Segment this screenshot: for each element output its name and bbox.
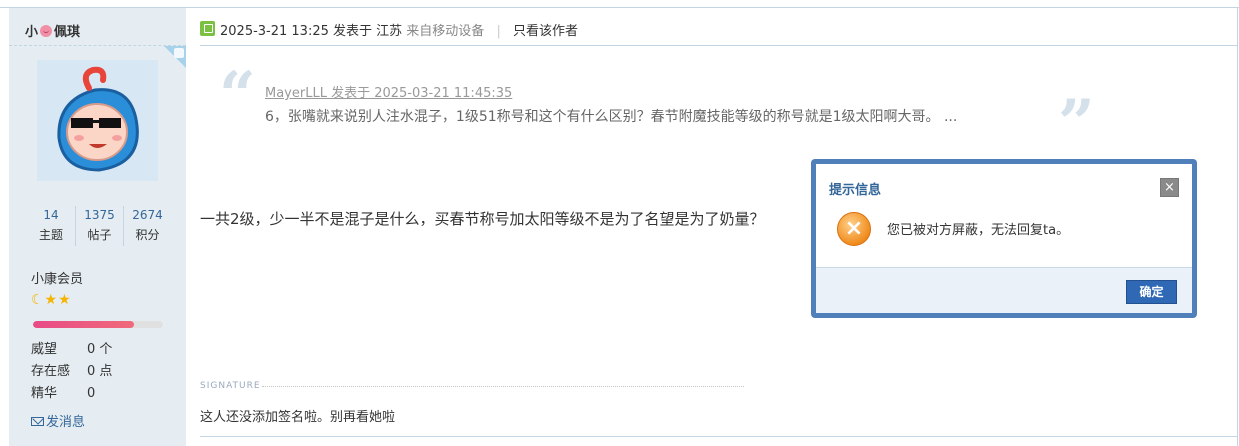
post-device: 来自移动设备 [406,24,485,39]
signature-text: 这人还没添加签名啦。别再看她啦 [200,410,396,425]
android-icon [174,48,184,58]
dialog-content: × 您已被对方屏蔽，无法回复ta。 [816,204,1192,267]
username[interactable]: 小佩琪 [25,21,80,40]
alert-dialog: 提示信息 × × 您已被对方屏蔽，无法回复ta。 确定 [811,159,1197,318]
dialog-panel: 提示信息 × × 您已被对方屏蔽，无法回复ta。 确定 [816,164,1192,313]
author-only-link[interactable]: 只看该作者 [513,24,578,39]
post-timestamp: 2025-3-21 13:25 [220,24,329,39]
attr-digest: 精华 0 [31,382,95,401]
close-icon[interactable]: × [1160,178,1179,197]
avatar[interactable] [37,60,158,181]
stat-posts[interactable]: 1375 帖子 [75,206,123,246]
dialog-title-bar[interactable]: 提示信息 × [816,164,1192,204]
attr-prestige-label: 威望 [31,342,58,357]
attr-digest-value: 0 [87,386,96,401]
stat-threads[interactable]: 14 主题 [27,206,75,246]
stat-threads-label: 主题 [38,228,63,242]
post-meta: 2025-3-21 13:25 发表于 江苏 来自移动设备 | 只看该作者 [220,20,578,39]
attr-prestige-value: 0 个 [87,342,113,357]
right-divider [1237,7,1238,446]
error-icon: × [837,212,871,246]
post-header: 2025-3-21 13:25 发表于 江苏 来自移动设备 | 只看该作者 [200,8,1237,46]
pig-face-icon [40,25,53,37]
post-body: 一共2级，少一半不是混子是什么，买春节称号加太阳等级不是为了名望是为了奶量？ [200,210,765,228]
username-suffix: 佩琪 [54,25,81,40]
stat-credits[interactable]: 2674 积分 [123,206,171,246]
rank-stars-icon: ☾★★ [31,292,72,308]
send-message-label: 发消息 [46,415,86,430]
quote-text: 6，张嘴就来说别人注水混子，1级51称号和这个有什么区别？春节附魔技能等级的称号… [265,109,958,125]
quote-close-icon: ” [1058,86,1095,161]
dialog-title: 提示信息 [829,183,882,198]
author-sidebar: 小佩琪 14 主题 1375 帖子 2674 积分 小康会员 ☾★★ 威望 0 … [9,8,186,446]
attr-digest-label: 精华 [31,386,58,401]
user-rank[interactable]: 小康会员 [31,268,83,287]
avatar-image [37,60,158,181]
user-stats: 14 主题 1375 帖子 2674 积分 [27,206,171,250]
attr-presence: 存在感 0 点 [31,360,112,379]
online-status-icon [200,21,215,36]
quote-open-icon: “ [219,58,256,133]
credit-progress-bar [33,321,163,328]
attr-presence-label: 存在感 [31,364,71,379]
stat-threads-value[interactable]: 14 [27,206,75,224]
confirm-button[interactable]: 确定 [1126,280,1177,304]
signature-divider [262,386,744,387]
attr-presence-value: 0 点 [87,364,113,379]
stat-credits-label: 积分 [135,228,160,242]
username-row: 小佩琪 [9,8,186,46]
dialog-message: 您已被对方屏蔽，无法回复ta。 [887,223,1070,238]
attr-prestige: 威望 0 个 [31,338,112,357]
signature-label: SIGNATURE [200,381,261,391]
dialog-footer: 确定 [816,267,1192,313]
username-prefix: 小 [25,25,39,40]
bottom-divider [200,436,1237,437]
stat-credits-value[interactable]: 2674 [124,206,171,224]
stat-posts-value[interactable]: 1375 [76,206,123,224]
quote-author-link[interactable]: MayerLLL 发表于 2025-03-21 11:45:35 [265,82,512,101]
meta-divider: | [496,24,501,39]
stat-posts-label: 帖子 [87,228,112,242]
send-message-link[interactable]: 发消息 [31,411,85,430]
post-location: 发表于 江苏 [333,24,403,39]
mail-icon [31,417,44,426]
credit-progress-fill [33,321,135,328]
